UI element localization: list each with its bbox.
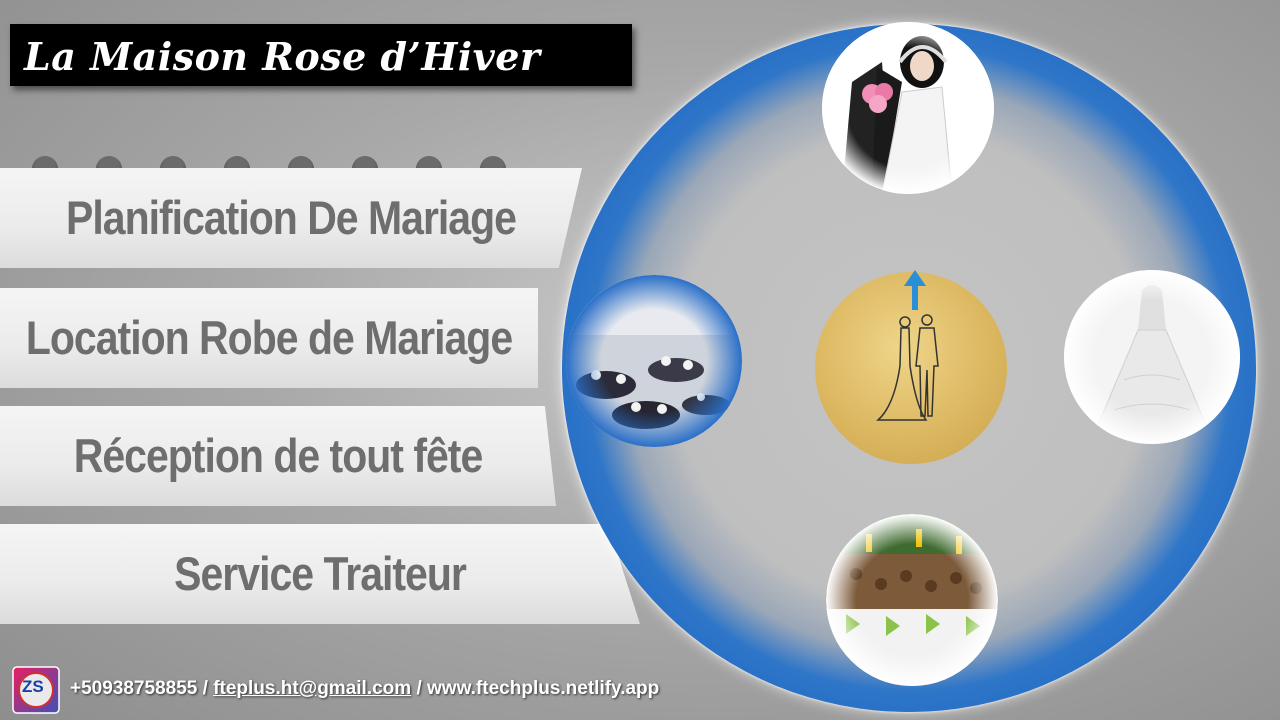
service-label: Réception de tout fête xyxy=(73,428,484,482)
website-link[interactable]: www.ftechplus.netlify.app xyxy=(427,678,659,699)
logo-text: ZS xyxy=(22,677,44,696)
separator: / xyxy=(197,678,214,699)
page-title: La Maison Rose d’Hiver xyxy=(24,34,541,79)
separator: / xyxy=(411,678,428,699)
email-link[interactable]: fteplus.ht@gmail.com xyxy=(213,678,411,699)
catering-table-photo xyxy=(826,514,998,686)
phone-number: +50938758855 xyxy=(70,678,198,699)
contact-line: +50938758855 / fteplus.ht@gmail.com / ww… xyxy=(70,678,659,700)
couple-icon xyxy=(876,270,939,421)
service-band-catering: Service Traiteur xyxy=(0,524,640,624)
bride-groom-photo xyxy=(822,22,994,194)
reception-hall-photo xyxy=(566,275,742,447)
service-label: Location Robe de Mariage xyxy=(25,310,513,364)
wedding-dress-photo xyxy=(1064,270,1240,444)
service-band-planning: Planification De Mariage xyxy=(0,168,582,268)
service-label: Planification De Mariage xyxy=(66,190,517,244)
service-label: Service Traiteur xyxy=(174,546,467,600)
service-band-reception: Réception de tout fête xyxy=(0,406,556,506)
service-band-dress-rental: Location Robe de Mariage xyxy=(0,288,538,388)
